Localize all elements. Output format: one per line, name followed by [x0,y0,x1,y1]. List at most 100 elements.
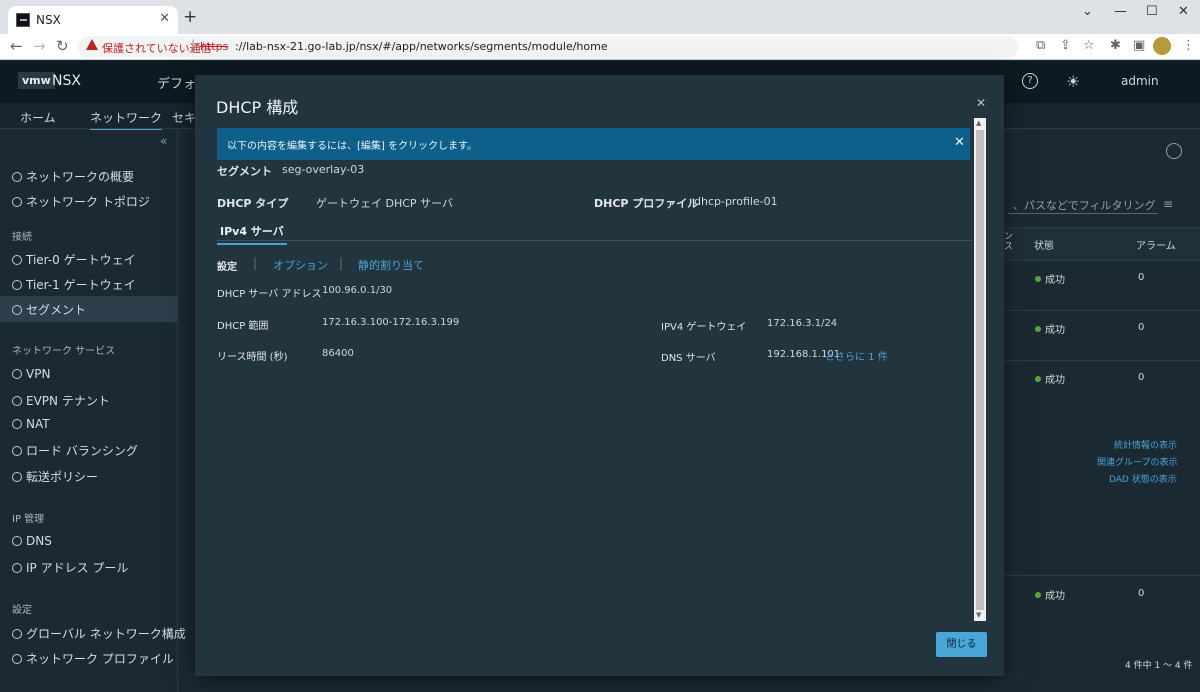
gateway-label: IPV4 ゲートウェイ [661,322,747,333]
browser-tab[interactable]: NSX ✕ [8,6,178,34]
warning-icon [86,39,98,50]
tab-ipv4-server[interactable]: IPv4 サーバ [217,223,287,245]
range-value: 172.16.3.100-172.16.3.199 [322,317,460,328]
scroll-up-icon[interactable]: ▲ [976,119,981,127]
scroll-thumb[interactable] [976,130,984,610]
banner-close-icon[interactable]: ✕ [954,135,965,150]
lease-label: リース時間 (秒) [217,352,288,363]
pagination-footer: 4 件中 1 ～ 4 件 [1125,661,1193,671]
static-bindings-link[interactable]: 静的割り当て [358,257,424,273]
sidebar-item-network-profiles[interactable]: ネットワーク プロファイル [12,650,174,667]
segment-label: セグメント [217,165,272,178]
share-icon[interactable]: ⇪ [1060,38,1071,53]
link-view-related-groups[interactable]: 関連グループの表示 [1097,455,1177,468]
page-help-icon[interactable] [1166,143,1182,159]
url-separator: | [191,38,196,52]
scroll-down-icon[interactable]: ▼ [976,611,981,619]
sidebar-section-network-services: ネットワーク サービス [12,346,116,357]
link-view-statistics[interactable]: 統計情報の表示 [1114,438,1177,451]
topology-icon [12,197,22,207]
menu-kebab-icon[interactable]: ⋮ [1182,38,1195,53]
forwarding-icon [12,472,22,482]
column-header-alarm[interactable]: アラーム [1136,237,1176,252]
status-badge: 成功 [1035,321,1065,336]
help-icon[interactable]: ? [1022,73,1038,89]
sidebar-item-ip-pools[interactable]: IP アドレス プール [12,559,128,576]
sidebar-section-connectivity: 接続 [12,232,32,243]
theme-sun-icon[interactable]: ☀ [1066,72,1080,91]
new-tab-icon[interactable]: + [183,7,197,27]
info-banner: 以下の内容を編集するには、[編集] をクリックします。 ✕ [217,128,970,160]
modal-close-icon[interactable]: ✕ [976,96,986,110]
overview-icon [12,172,22,182]
alarm-count: 0 [1138,588,1145,599]
column-header-partial: ン ス [1004,232,1014,252]
tab-home[interactable]: ホーム [20,109,56,126]
filter-underline [1008,213,1158,214]
link-view-dad-status[interactable]: DAD 状態の表示 [1109,472,1177,485]
extensions-icon[interactable]: ✱ [1110,38,1121,53]
sidebar-item-label: EVPN テナント [26,394,110,408]
tab-close-icon[interactable]: ✕ [159,11,170,26]
settings-link[interactable]: 設定 [217,258,237,273]
product-name: NSX [52,73,81,89]
sidebar-item-label: ネットワークの概要 [26,170,135,184]
link-separator: | [339,256,344,270]
sidebar-item-vpn[interactable]: VPN [12,367,50,381]
sidebar-item-forwarding[interactable]: 転送ポリシー [12,468,98,485]
dhcp-config-modal: DHCP 構成 ✕ 以下の内容を編集するには、[編集] をクリックします。 ✕ … [195,75,1004,676]
sidebar-item-segments[interactable]: セグメント [12,301,86,318]
forward-icon[interactable]: → [33,37,46,55]
ip-pool-icon [12,563,22,573]
minimize-icon[interactable]: — [1114,4,1127,19]
status-badge: 成功 [1035,371,1065,386]
profile-avatar[interactable] [1153,37,1171,55]
sidebar-item-nat[interactable]: NAT [12,417,50,431]
back-icon[interactable]: ← [10,37,23,55]
sidebar-item-tier0[interactable]: Tier-0 ゲートウェイ [12,251,136,268]
dhcp-type-value: ゲートウェイ DHCP サーバ [316,197,453,210]
sidebar-section-ip-management: IP 管理 [12,514,45,525]
reload-icon[interactable]: ↻ [56,37,69,55]
sidebar-item-label: セグメント [26,303,87,317]
sidebar-item-label: DNS [26,534,52,548]
security-warning[interactable]: 保護されていない通信 [102,40,212,56]
sidebar-item-tier1[interactable]: Tier-1 ゲートウェイ [12,276,136,293]
alarm-count: 0 [1138,272,1145,283]
sidebar-item-label: ロード バランシング [26,444,138,458]
tab-search-icon[interactable]: ⌄ [1082,4,1093,19]
sidebar-section-settings: 設定 [12,605,32,616]
sidepanel-icon[interactable]: ▣ [1133,38,1145,53]
sidebar-item-overview[interactable]: ネットワークの概要 [12,168,134,185]
window-close-icon[interactable]: ✕ [1178,4,1189,19]
dhcp-profile-label: DHCP プロファイル [594,197,699,210]
close-button[interactable]: 閉じる [936,632,987,657]
user-menu[interactable]: admin [1121,74,1159,88]
collapse-icon[interactable]: « [160,134,167,148]
filter-input[interactable]: 、パスなどでフィルタリング [1013,197,1156,213]
tab-networking[interactable]: ネットワーク [90,109,163,131]
dhcp-type-label: DHCP タイプ [217,197,289,210]
dns-more-link[interactable]: とさらに 1 件 [825,348,888,363]
options-link[interactable]: オプション [273,257,328,273]
dns-icon [12,536,22,546]
sidebar-item-evpn[interactable]: EVPN テナント [12,392,110,409]
sidebar-item-global-config[interactable]: グローバル ネットワーク構成 [12,625,186,642]
sidebar-item-dns[interactable]: DNS [12,534,52,548]
sidebar-item-label: ネットワーク トポロジ [26,195,150,209]
segment-value: seg-overlay-03 [282,163,365,176]
sidebar-item-load-balancing[interactable]: ロード バランシング [12,442,138,459]
gateway-value: 172.16.3.1/24 [767,318,838,329]
translate-icon[interactable]: ⧉ [1036,38,1045,53]
sidebar-item-label: IP アドレス プール [26,561,129,575]
url-input[interactable]: 保護されていない通信 | https ://lab-nsx-21.go-lab.… [78,36,1018,58]
tab-security[interactable]: セキ [172,109,196,126]
sidebar-item-topology[interactable]: ネットワーク トポロジ [12,193,150,210]
maximize-icon[interactable]: ☐ [1146,4,1158,19]
bookmark-star-icon[interactable]: ☆ [1083,38,1095,53]
filter-icon[interactable]: ≡ [1163,197,1173,211]
modal-scrollbar[interactable]: ▲ ▼ [974,118,986,621]
column-header-status[interactable]: 状態 [1034,237,1054,252]
profile-icon [12,654,22,664]
range-label: DHCP 範囲 [217,321,269,332]
